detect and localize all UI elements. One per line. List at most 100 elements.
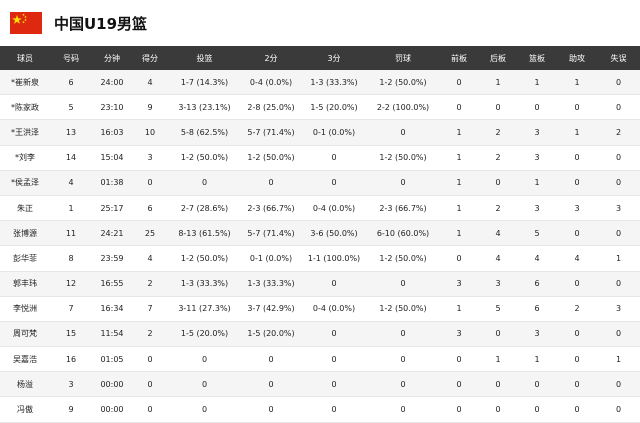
stat-cell: 0 (168, 346, 241, 373)
stat-cell: 23:10 (92, 94, 132, 121)
stat-cell: 1 (597, 346, 640, 373)
stat-cell: 4 (132, 70, 168, 96)
stat-cell: 11:54 (92, 321, 132, 348)
stat-cell: 0 (597, 220, 640, 247)
stat-cell: 4 (479, 220, 517, 247)
stat-cell: 0 (132, 346, 168, 373)
stat-cell: 1-2 (50.0%) (367, 70, 439, 96)
stat-cell: 0 (367, 271, 439, 297)
stat-cell: 1 (517, 70, 557, 96)
player-name-cell: 彭华菲 (0, 245, 50, 272)
stat-cell: 3-11 (27.3%) (168, 296, 241, 322)
stat-cell: 3 (132, 145, 168, 171)
stat-cell: 0 (597, 70, 640, 96)
stat-cell: 0 (517, 371, 557, 398)
stat-cell: 3 (557, 195, 597, 222)
stat-cell: 0 (439, 371, 479, 398)
stat-cell: 4 (557, 245, 597, 272)
table-row: 吴嘉浩 16 01:05 0 0 0 0 0 0 1 1 0 1 (0, 346, 640, 373)
stat-cell: 1 (439, 119, 479, 146)
player-name-cell: *陈家政 (0, 94, 50, 121)
player-name-cell: 朱正 (0, 195, 50, 222)
stat-cell: 01:05 (92, 346, 132, 373)
stat-cell: 6 (132, 195, 168, 222)
stat-cell: 1-3 (33.3%) (241, 271, 301, 297)
column-header: 后板 (479, 46, 517, 70)
stat-cell: 0 (597, 145, 640, 171)
stat-cell: 1 (557, 70, 597, 96)
stat-cell: 24:21 (92, 220, 132, 247)
stat-cell: 2-3 (66.7%) (241, 195, 301, 222)
stat-cell: 1-5 (20.0%) (168, 321, 241, 348)
stat-cell: 00:00 (92, 371, 132, 398)
stat-cell: 1-1 (100.0%) (301, 245, 367, 272)
stat-cell: 0 (241, 170, 301, 196)
stat-cell: 3 (439, 271, 479, 297)
stat-cell: 0 (517, 94, 557, 121)
stat-cell: 1-2 (50.0%) (241, 145, 301, 171)
stat-cell: 1-3 (33.3%) (168, 271, 241, 297)
stat-cell: 6 (50, 70, 92, 96)
stat-cell: 23:59 (92, 245, 132, 272)
stat-cell: 0 (241, 371, 301, 398)
stat-cell: 0-1 (0.0%) (241, 245, 301, 272)
player-name-cell: *王洪泽 (0, 119, 50, 146)
stat-cell: 1 (479, 70, 517, 96)
stat-cell: 1-2 (50.0%) (168, 145, 241, 171)
stat-cell: 7 (50, 296, 92, 322)
stat-cell: 4 (479, 245, 517, 272)
team-header: 中国U19男篮 (0, 0, 640, 46)
stat-cell: 6 (517, 271, 557, 297)
stat-cell: 1 (597, 245, 640, 272)
stat-cell: 2 (557, 296, 597, 322)
stat-cell: 3 (597, 195, 640, 222)
player-name-cell: *侯孟泽 (0, 170, 50, 196)
stat-cell: 3 (597, 296, 640, 322)
stat-cell: 25 (132, 220, 168, 247)
stat-cell: 5 (50, 94, 92, 121)
table-row: *王洪泽 13 16:03 10 5-8 (62.5%) 5-7 (71.4%) 0-1 (… (0, 119, 640, 146)
table-header-row: 球员 号码 分钟 得分 投篮 2分 3分 罚球 前板 后板 篮板 助攻 失误 (0, 46, 640, 70)
column-header: 投篮 (168, 46, 241, 70)
stat-cell: 8-13 (61.5%) (168, 220, 241, 247)
stat-cell: 4 (132, 245, 168, 272)
stat-cell: 0 (597, 170, 640, 196)
stat-cell: 3 (517, 195, 557, 222)
stat-cell: 1 (439, 220, 479, 247)
stat-cell: 0 (479, 371, 517, 398)
stat-cell: 0 (557, 170, 597, 196)
stat-cell: 0 (367, 371, 439, 398)
player-name-cell: *崔新泉 (0, 70, 50, 96)
stat-cell: 8 (50, 245, 92, 272)
stat-cell: 0 (439, 94, 479, 121)
column-header: 失误 (597, 46, 640, 70)
table-row: 张博源 11 24:21 25 8-13 (61.5%) 5-7 (71.4%) 3-6 (… (0, 220, 640, 247)
stat-cell: 0 (557, 94, 597, 121)
stat-cell: 3 (517, 145, 557, 171)
stat-cell: 16:34 (92, 296, 132, 322)
stat-cell: 1 (517, 170, 557, 196)
player-name-cell: 吴嘉浩 (0, 346, 50, 373)
stat-cell: 1 (439, 170, 479, 196)
stat-cell: 1 (517, 346, 557, 373)
stat-cell: 16:55 (92, 271, 132, 297)
stat-cell: 0 (301, 271, 367, 297)
stat-cell: 0 (301, 145, 367, 171)
stat-cell: 15:04 (92, 145, 132, 171)
stat-cell: 12 (50, 271, 92, 297)
stat-cell: 13 (50, 119, 92, 146)
player-name-cell: 杨溢 (0, 371, 50, 398)
stat-cell: 0 (367, 321, 439, 348)
stat-cell: 1 (439, 195, 479, 222)
stat-cell: 0 (241, 346, 301, 373)
stat-cell: 5 (479, 296, 517, 322)
stat-cell: 3 (50, 371, 92, 398)
column-header: 分钟 (92, 46, 132, 70)
stat-cell: 0-4 (0.0%) (301, 296, 367, 322)
player-name-cell: 郭丰玮 (0, 271, 50, 297)
stat-cell: 1-2 (50.0%) (367, 296, 439, 322)
stat-cell: 0-1 (0.0%) (301, 119, 367, 146)
stat-cell: 0 (479, 94, 517, 121)
stat-cell: 0 (132, 170, 168, 196)
stat-cell: 2-2 (100.0%) (367, 94, 439, 121)
